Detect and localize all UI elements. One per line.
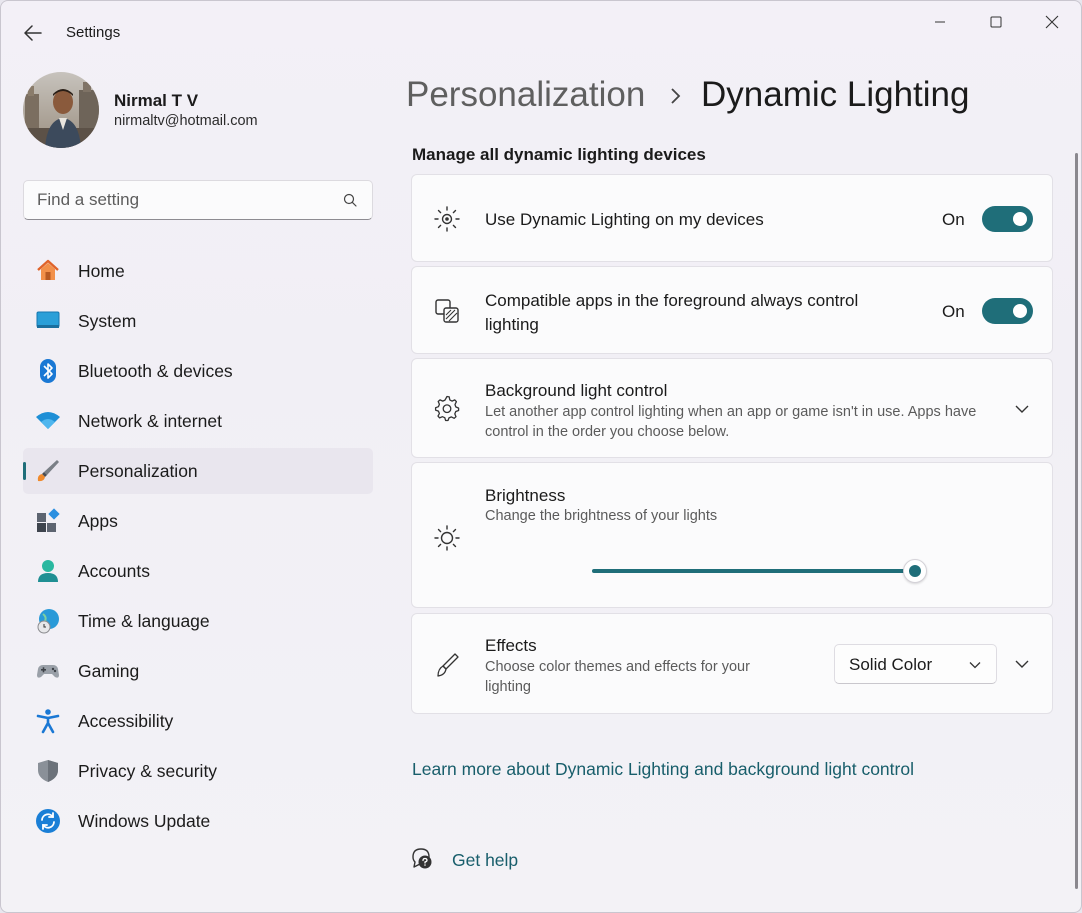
user-name: Nirmal T V: [114, 91, 199, 110]
home-icon: [35, 258, 61, 284]
sidebar-item-label: Accessibility: [78, 710, 174, 731]
sidebar-item-label: Bluetooth & devices: [78, 360, 233, 381]
sidebar-item-label: Apps: [78, 510, 118, 531]
effects-description: Choose color themes and effects for your…: [485, 659, 750, 695]
effects-dropdown[interactable]: Solid Color: [834, 644, 997, 684]
brightness-description: Change the brightness of your lights: [485, 508, 718, 524]
sidebar-item-label: Gaming: [78, 660, 140, 681]
brightness-card: Brightness Change the brightness of your…: [411, 462, 1053, 608]
brightness-title: Brightness: [485, 486, 566, 505]
use-dynamic-lighting-card: Use Dynamic Lighting on my devices On: [411, 174, 1053, 262]
maximize-icon: [990, 16, 1002, 28]
sidebar-nav: Home System Bluetooth & devices Network …: [23, 248, 373, 848]
gamepad-icon: [35, 658, 61, 684]
shield-icon: [35, 758, 61, 784]
wifi-icon: [35, 408, 61, 434]
sidebar-item-label: Time & language: [78, 610, 210, 631]
section-title: Manage all dynamic lighting devices: [412, 145, 706, 164]
minimize-icon: [935, 21, 945, 23]
maximize-button[interactable]: [973, 7, 1019, 37]
sidebar-item-apps[interactable]: Apps: [23, 498, 373, 544]
effects-card[interactable]: Effects Choose color themes and effects …: [411, 613, 1053, 714]
sidebar-item-accessibility[interactable]: Accessibility: [23, 698, 373, 744]
paintbrush-icon: [35, 458, 61, 484]
close-button[interactable]: [1029, 7, 1075, 37]
chevron-down-icon[interactable]: [1012, 399, 1032, 419]
user-email: nirmaltv@hotmail.com: [114, 113, 258, 129]
effects-dropdown-value: Solid Color: [849, 655, 933, 674]
paintbrush-icon: [432, 650, 462, 680]
sidebar-item-label: Privacy & security: [78, 760, 218, 781]
learn-more-link[interactable]: Learn more about Dynamic Lighting and ba…: [412, 759, 914, 780]
search-input[interactable]: [37, 181, 337, 219]
sidebar-item-label: Network & internet: [78, 410, 222, 431]
sidebar-item-home[interactable]: Home: [23, 248, 373, 294]
toggle-state-label: On: [942, 302, 965, 321]
search-box[interactable]: [23, 180, 373, 220]
globe-clock-icon: [35, 608, 61, 634]
sidebar-item-bluetooth[interactable]: Bluetooth & devices: [23, 348, 373, 394]
page-title: Dynamic Lighting: [701, 75, 970, 114]
accessibility-icon: [35, 708, 61, 734]
sidebar-item-label: Home: [78, 260, 125, 281]
sidebar-item-system[interactable]: System: [23, 298, 373, 344]
system-icon: [35, 308, 61, 334]
use-dynamic-lighting-toggle[interactable]: [982, 206, 1033, 232]
sun-icon: [432, 523, 462, 553]
compatible-apps-card: Compatible apps in the foreground always…: [411, 266, 1053, 354]
sidebar-item-time-language[interactable]: Time & language: [23, 598, 373, 644]
sidebar-item-personalization[interactable]: Personalization: [23, 448, 373, 494]
brightness-slider-track[interactable]: [592, 569, 915, 573]
scrollbar[interactable]: [1075, 153, 1078, 889]
sidebar-item-accounts[interactable]: Accounts: [23, 548, 373, 594]
chevron-right-icon: [671, 88, 681, 104]
arrow-left-icon: [24, 25, 42, 41]
bluetooth-icon: [35, 358, 61, 384]
effects-title: Effects: [485, 636, 537, 655]
avatar[interactable]: [23, 72, 99, 148]
gear-icon: [432, 394, 462, 424]
update-icon: [35, 808, 61, 834]
sidebar-item-network[interactable]: Network & internet: [23, 398, 373, 444]
sidebar-item-label: Personalization: [78, 460, 198, 481]
chevron-down-icon[interactable]: [1012, 654, 1032, 674]
sidebar-item-windows-update[interactable]: Windows Update: [23, 798, 373, 844]
help-icon[interactable]: [410, 847, 434, 871]
apps-icon: [35, 508, 61, 534]
get-help-link[interactable]: Get help: [452, 850, 518, 871]
settings-window: Settings Nirmal T V nirmaltv@hotmail.com…: [0, 0, 1082, 913]
sidebar-item-label: Windows Update: [78, 810, 211, 831]
app-title: Settings: [66, 24, 121, 41]
sidebar-item-label: System: [78, 310, 137, 331]
background-light-control-description: Let another app control lighting when an…: [485, 404, 977, 440]
sidebar-item-gaming[interactable]: Gaming: [23, 648, 373, 694]
chevron-down-icon: [969, 662, 981, 669]
sidebar-item-label: Accounts: [78, 560, 150, 581]
toggle-state-label: On: [942, 210, 965, 229]
accounts-icon: [35, 558, 61, 584]
brightness-slider-thumb[interactable]: [903, 559, 927, 583]
close-icon: [1045, 15, 1059, 29]
dynamic-lighting-icon: [432, 204, 462, 234]
search-icon[interactable]: [342, 192, 358, 208]
background-light-control-card[interactable]: Background light control Let another app…: [411, 358, 1053, 458]
use-dynamic-lighting-title: Use Dynamic Lighting on my devices: [485, 210, 764, 229]
breadcrumb-parent[interactable]: Personalization: [406, 75, 645, 115]
background-light-control-title: Background light control: [485, 381, 668, 400]
compatible-apps-title: Compatible apps in the foreground always…: [485, 291, 859, 334]
apps-lighting-icon: [432, 296, 462, 326]
title-bar: Settings: [1, 1, 1081, 63]
minimize-button[interactable]: [917, 7, 963, 37]
back-button[interactable]: [19, 19, 47, 47]
sidebar-item-privacy[interactable]: Privacy & security: [23, 748, 373, 794]
compatible-apps-toggle[interactable]: [982, 298, 1033, 324]
